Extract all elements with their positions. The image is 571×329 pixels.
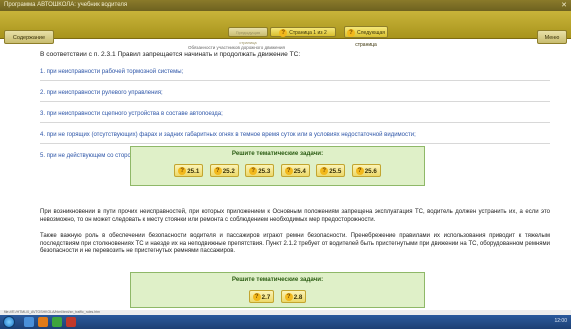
task-label: 25.4	[293, 168, 306, 175]
start-button[interactable]	[3, 316, 15, 328]
question-icon: ?	[284, 167, 293, 176]
taskbar-app-icon[interactable]	[66, 317, 76, 327]
list-item[interactable]: 2. при неисправности рулевого управления…	[40, 89, 550, 97]
toolbar: Содержание Предыдущая страница ? Страница…	[0, 11, 571, 48]
page-label: Страница 1 из 2	[289, 30, 327, 36]
task-box-title: Решите тематические задачи:	[231, 150, 324, 157]
task-box: Решите тематические задачи: ? 2.7 ? 2.8	[130, 272, 425, 308]
task-button[interactable]: ? 2.8	[280, 290, 307, 303]
task-label: 2.7	[261, 294, 271, 301]
task-box: Решите тематические задачи: ? 25.1 ? 25.2 …	[130, 146, 425, 186]
task-button[interactable]: ? 25.1	[174, 164, 204, 177]
task-button[interactable]: ? 25.5	[316, 164, 346, 177]
task-label: 25.1	[187, 168, 200, 175]
task-label: 2.8	[293, 294, 303, 301]
task-list: ? 25.1 ? 25.2 ? 25.3 ? 25.4 ? 25.5 ? 25.6	[131, 160, 424, 178]
question-icon: ?	[213, 167, 222, 176]
list-item[interactable]: 3. при неисправности сцепного устройства…	[40, 110, 550, 118]
question-icon: ?	[347, 28, 356, 37]
task-label: 25.3	[258, 168, 271, 175]
task-label: 25.5	[329, 168, 342, 175]
window-title: Программа АВТОШКОЛА: учебник водителя	[4, 2, 128, 8]
intro-text: В соответствии с п. 2.3.1 Правил запреща…	[40, 51, 301, 58]
task-button[interactable]: ? 2.7	[248, 290, 275, 303]
question-icon: ?	[355, 167, 364, 176]
list-item[interactable]: 4. при не горящих (отсутствующих) фарах …	[40, 131, 550, 139]
divider	[40, 101, 550, 102]
divider	[40, 80, 550, 81]
next-page-button[interactable]: ? Следующая страница	[344, 26, 388, 48]
paragraph: Также важную роль в обеспечении безопасн…	[40, 233, 550, 254]
window-menu-icon[interactable]: ✕	[561, 0, 567, 11]
divider	[40, 122, 550, 123]
task-list: ? 2.7 ? 2.8	[131, 286, 424, 304]
contents-button[interactable]: Содержание	[4, 30, 54, 44]
task-box-title: Решите тематические задачи:	[231, 276, 324, 283]
paragraph: При возникновении в пути прочих неисправ…	[40, 209, 550, 223]
window-title-bar: Программа АВТОШКОЛА: учебник водителя ✕	[0, 0, 571, 11]
taskbar-app-icon[interactable]	[38, 317, 48, 327]
tray-clock[interactable]: 12:00	[554, 318, 567, 324]
menu-button[interactable]: Меню	[537, 30, 567, 44]
question-icon: ?	[249, 167, 258, 176]
question-icon: ?	[320, 167, 329, 176]
task-button[interactable]: ? 25.3	[245, 164, 275, 177]
taskbar-app-icon[interactable]	[52, 317, 62, 327]
task-button[interactable]: ? 25.6	[351, 164, 381, 177]
question-icon: ?	[178, 167, 187, 176]
next-page-label: Следующая страница	[355, 30, 385, 48]
previous-page-button[interactable]: Предыдущая страница	[228, 27, 268, 45]
question-icon: ?	[284, 293, 293, 302]
task-label: 25.2	[222, 168, 235, 175]
taskbar-app-icon[interactable]	[24, 317, 34, 327]
main-content: В соответствии с п. 2.3.1 Правил запреща…	[40, 50, 550, 160]
page-indicator[interactable]: ? Страница 1 из 2	[270, 27, 336, 37]
list-item[interactable]: 1. при неисправности рабочей тормозной с…	[40, 68, 550, 76]
task-button[interactable]: ? 25.4	[280, 164, 310, 177]
task-button[interactable]: ? 25.2	[209, 164, 239, 177]
task-label: 25.6	[364, 168, 377, 175]
os-taskbar: 12:00	[0, 315, 571, 329]
question-icon: ?	[279, 28, 288, 37]
question-icon: ?	[252, 293, 261, 302]
divider	[40, 143, 550, 144]
